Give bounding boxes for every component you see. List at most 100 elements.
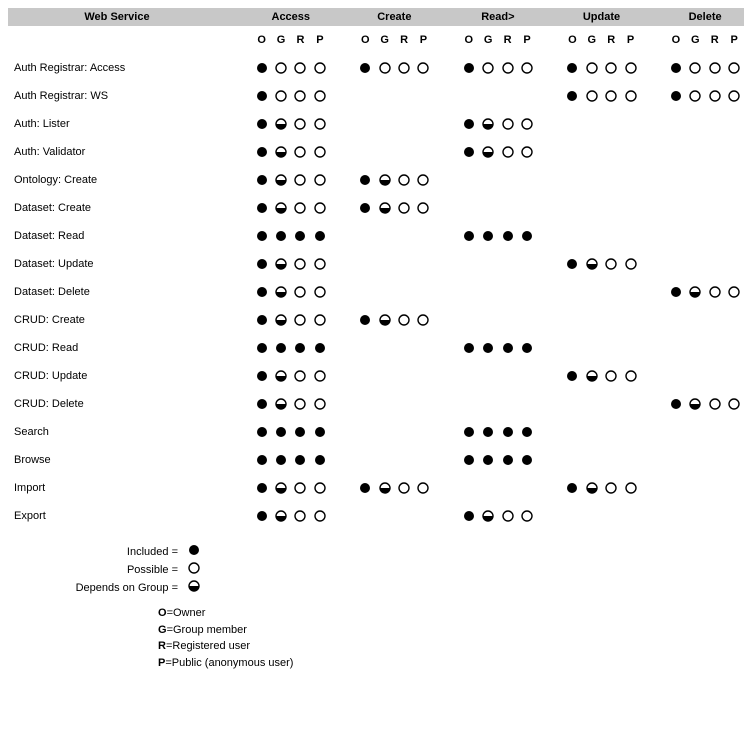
perm-cell: [498, 502, 517, 530]
perm-cell: [394, 334, 413, 362]
perm-cell: [394, 474, 413, 502]
perm-cell: [666, 194, 685, 222]
perm-cell: [517, 194, 536, 222]
perm-cell: [414, 278, 433, 306]
perm-cell: [310, 110, 329, 138]
perm-cell: [356, 194, 375, 222]
perm-cell: [459, 166, 478, 194]
perm-cell: [375, 250, 394, 278]
perm-cell: [686, 54, 705, 82]
perm-cell: [394, 390, 413, 418]
perm-cell: [479, 138, 498, 166]
perm-cell: [394, 278, 413, 306]
perm-cell: [621, 194, 640, 222]
perm-cell: [705, 502, 724, 530]
perm-cell: [479, 278, 498, 306]
perm-cell: [582, 474, 601, 502]
perm-cell: [563, 110, 582, 138]
header-web-service: Web Service: [8, 8, 226, 26]
perm-cell: [414, 502, 433, 530]
perm-cell: [498, 138, 517, 166]
perm-cell: [394, 194, 413, 222]
perm-cell: [686, 110, 705, 138]
service-name: Dataset: Read: [8, 222, 226, 250]
perm-cell: [666, 362, 685, 390]
legend: Included = Possible = Depends on Group =: [8, 544, 744, 595]
perm-cell: [498, 194, 517, 222]
perm-cell: [517, 222, 536, 250]
subheader-R: R: [705, 26, 724, 54]
service-name: Auth Registrar: WS: [8, 82, 226, 110]
perm-cell: [582, 390, 601, 418]
perm-cell: [666, 82, 685, 110]
table-row: Dataset: Create: [8, 194, 744, 222]
perm-cell: [479, 250, 498, 278]
perm-cell: [310, 418, 329, 446]
header-create: Create: [356, 8, 434, 26]
header-row-groups: Web Service Access Create Read> Update D…: [8, 8, 744, 26]
perm-cell: [310, 222, 329, 250]
service-name: Dataset: Create: [8, 194, 226, 222]
perm-cell: [291, 390, 310, 418]
perm-cell: [310, 250, 329, 278]
table-row: Browse: [8, 446, 744, 474]
perm-cell: [582, 334, 601, 362]
perm-cell: [291, 194, 310, 222]
perm-cell: [517, 166, 536, 194]
perm-cell: [686, 194, 705, 222]
perm-cell: [291, 502, 310, 530]
perm-cell: [621, 250, 640, 278]
perm-cell: [291, 54, 310, 82]
perm-cell: [459, 446, 478, 474]
subheader-R: R: [601, 26, 620, 54]
perm-cell: [724, 166, 744, 194]
perm-cell: [310, 138, 329, 166]
subheader-G: G: [375, 26, 394, 54]
perm-cell: [394, 502, 413, 530]
perm-cell: [291, 278, 310, 306]
perm-cell: [582, 110, 601, 138]
perm-cell: [375, 502, 394, 530]
permissions-table: Web Service Access Create Read> Update D…: [8, 8, 744, 530]
perm-cell: [666, 502, 685, 530]
perm-cell: [479, 194, 498, 222]
perm-cell: [621, 502, 640, 530]
key-row: R=Registered user: [158, 638, 744, 655]
perm-cell: [705, 446, 724, 474]
perm-cell: [666, 138, 685, 166]
perm-cell: [310, 446, 329, 474]
perm-cell: [479, 502, 498, 530]
perm-cell: [621, 110, 640, 138]
perm-cell: [563, 166, 582, 194]
perm-cell: [601, 474, 620, 502]
perm-cell: [375, 82, 394, 110]
perm-cell: [601, 390, 620, 418]
subheader-O: O: [459, 26, 478, 54]
perm-cell: [252, 194, 271, 222]
perm-cell: [563, 138, 582, 166]
perm-cell: [582, 82, 601, 110]
perm-cell: [563, 502, 582, 530]
perm-cell: [291, 250, 310, 278]
perm-cell: [479, 362, 498, 390]
perm-cell: [601, 138, 620, 166]
table-row: Dataset: Delete: [8, 278, 744, 306]
perm-cell: [356, 502, 375, 530]
perm-cell: [414, 82, 433, 110]
perm-cell: [601, 278, 620, 306]
perm-cell: [563, 390, 582, 418]
service-name: Auth: Lister: [8, 110, 226, 138]
perm-cell: [724, 222, 744, 250]
perm-cell: [724, 502, 744, 530]
perm-cell: [356, 362, 375, 390]
perm-cell: [705, 390, 724, 418]
perm-cell: [705, 82, 724, 110]
perm-cell: [271, 166, 290, 194]
perm-cell: [414, 474, 433, 502]
perm-cell: [666, 390, 685, 418]
service-name: Browse: [8, 446, 226, 474]
perm-cell: [498, 418, 517, 446]
table-row: Import: [8, 474, 744, 502]
perm-cell: [498, 166, 517, 194]
perm-cell: [621, 390, 640, 418]
